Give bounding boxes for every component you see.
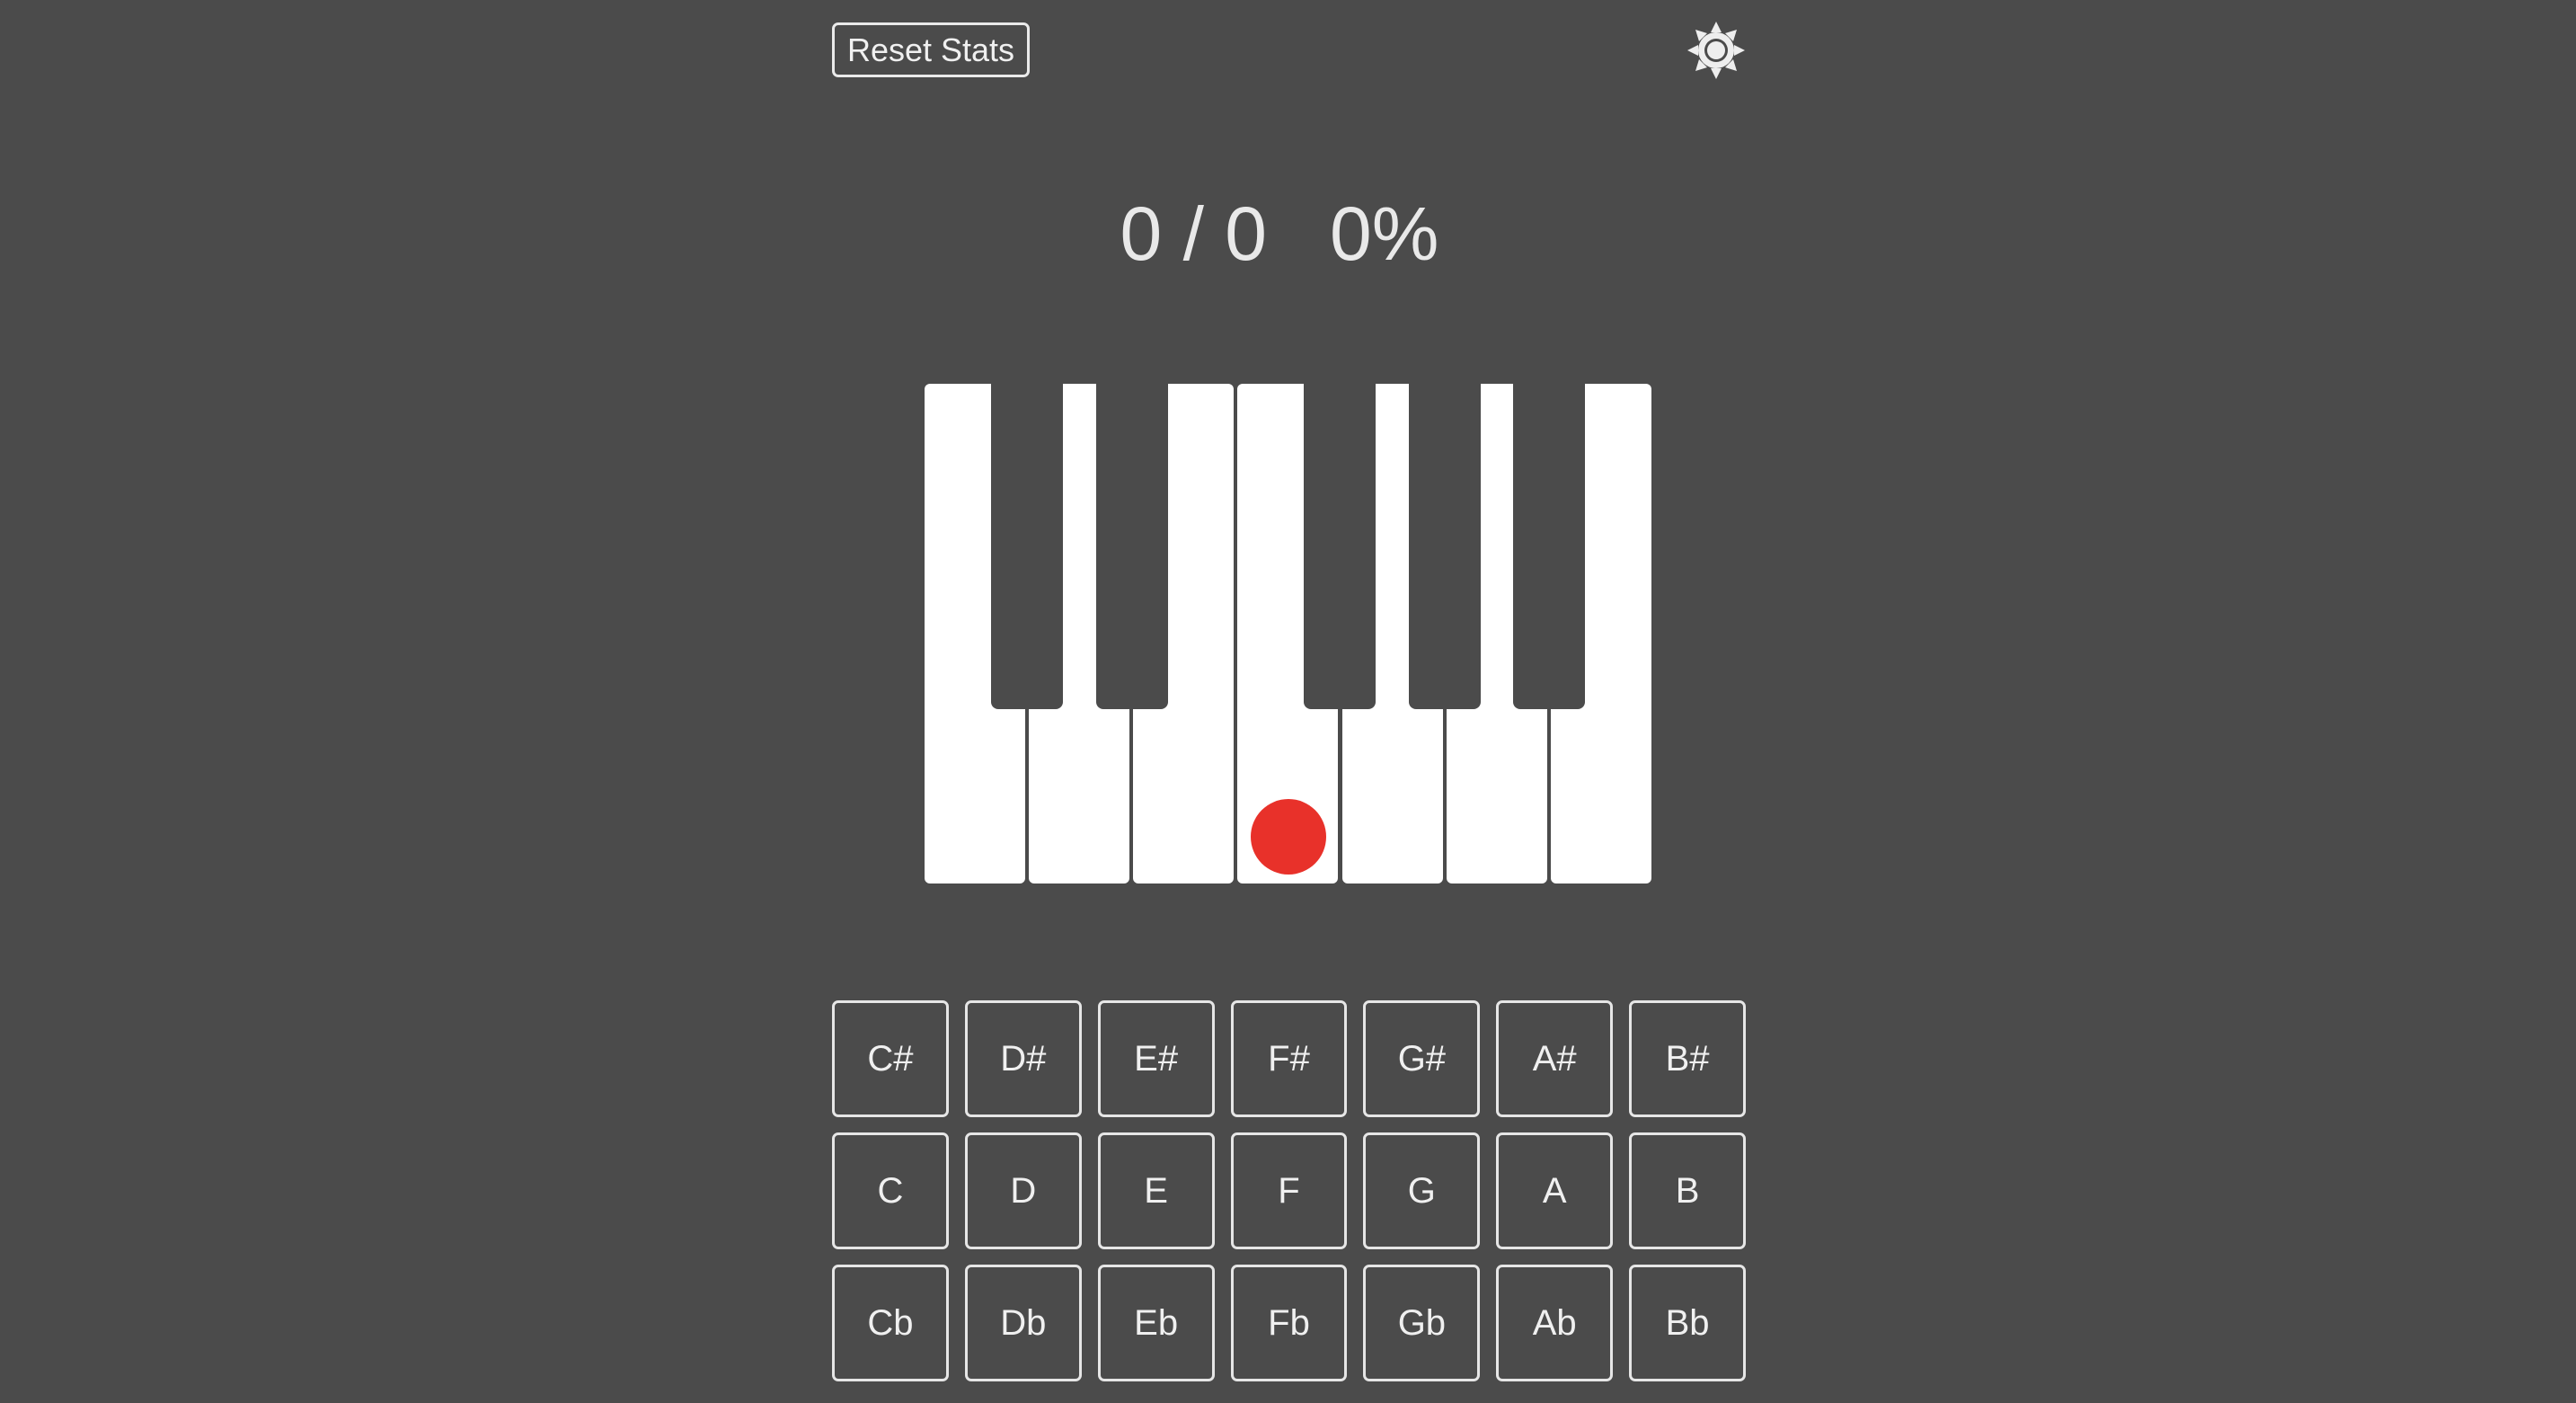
answer-button-b-flat[interactable]: Bb xyxy=(1629,1265,1747,1381)
score-separator: / xyxy=(1182,191,1204,276)
answer-button-a[interactable]: A xyxy=(1496,1132,1614,1249)
black-key-3[interactable] xyxy=(1304,384,1376,709)
answer-button-f[interactable]: F xyxy=(1230,1132,1348,1249)
black-key-5[interactable] xyxy=(1513,384,1585,709)
piano-keyboard xyxy=(925,384,1652,884)
reset-stats-button[interactable]: Reset Stats xyxy=(832,22,1030,77)
black-key-2[interactable] xyxy=(1096,384,1168,709)
answer-button-e-sharp[interactable]: E# xyxy=(1097,1000,1215,1117)
answer-button-g-flat[interactable]: Gb xyxy=(1363,1265,1481,1381)
black-key-1[interactable] xyxy=(991,384,1063,709)
answer-button-a-flat[interactable]: Ab xyxy=(1496,1265,1614,1381)
answer-button-c-flat[interactable]: Cb xyxy=(832,1265,949,1381)
answer-button-g-sharp[interactable]: G# xyxy=(1363,1000,1481,1117)
answer-button-g[interactable]: G xyxy=(1363,1132,1481,1249)
answer-button-f-flat[interactable]: Fb xyxy=(1230,1265,1348,1381)
answer-row-flats: Cb Db Eb Fb Gb Ab Bb xyxy=(832,1265,1747,1381)
answer-button-d-flat[interactable]: Db xyxy=(964,1265,1082,1381)
answer-button-d[interactable]: D xyxy=(964,1132,1082,1249)
answer-button-e[interactable]: E xyxy=(1097,1132,1215,1249)
score-total: 0 xyxy=(1225,191,1268,276)
answer-button-e-flat[interactable]: Eb xyxy=(1097,1265,1215,1381)
answer-button-c-sharp[interactable]: C# xyxy=(832,1000,949,1117)
sun-gear-icon xyxy=(1687,22,1745,79)
score-display: 0 / 0 0% xyxy=(1100,184,1459,283)
settings-button[interactable] xyxy=(1686,20,1747,81)
score-correct: 0 xyxy=(1120,191,1163,276)
answer-button-a-sharp[interactable]: A# xyxy=(1496,1000,1614,1117)
black-key-4[interactable] xyxy=(1409,384,1481,709)
answer-button-d-sharp[interactable]: D# xyxy=(964,1000,1082,1117)
highlighted-note-dot xyxy=(1251,799,1326,875)
answer-button-c[interactable]: C xyxy=(832,1132,949,1249)
answer-row-naturals: C D E F G A B xyxy=(832,1132,1747,1249)
answer-button-b-sharp[interactable]: B# xyxy=(1629,1000,1747,1117)
answer-button-b[interactable]: B xyxy=(1629,1132,1747,1249)
app-stage: Reset Stats 0 / 0 0% C# D# E# F# G# A# B… xyxy=(0,0,2576,1403)
score-percent: 0% xyxy=(1330,191,1439,276)
answer-grid: C# D# E# F# G# A# B# C D E F G A B Cb Db… xyxy=(832,1000,1747,1397)
answer-row-sharps: C# D# E# F# G# A# B# xyxy=(832,1000,1747,1117)
answer-button-f-sharp[interactable]: F# xyxy=(1230,1000,1348,1117)
